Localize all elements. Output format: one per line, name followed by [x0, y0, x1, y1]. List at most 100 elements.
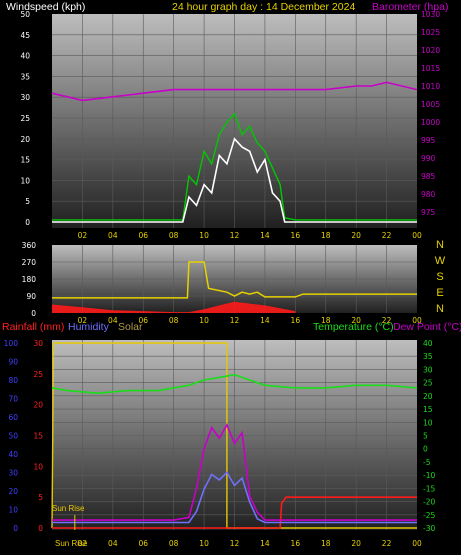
- wind-x-tick: 20: [351, 231, 361, 240]
- sunrise-label-chart: Sun Rise: [52, 504, 85, 513]
- wind-x-tick: 14: [260, 231, 270, 240]
- temperature-x-tick: 04: [108, 539, 118, 548]
- humidity-y-tick: 10: [8, 506, 18, 515]
- temperature-y-tick: -30: [423, 524, 435, 533]
- temperature-x-tick: 16: [291, 539, 301, 548]
- barometer-y-tick: 1000: [421, 118, 440, 127]
- temperature-y-tick: -5: [423, 458, 431, 467]
- temperature-y-tick: 15: [423, 405, 433, 414]
- barometer-y-tick: 990: [421, 154, 436, 163]
- wind-y-tick: 50: [20, 10, 30, 19]
- temperature-y-tick: 35: [423, 352, 433, 361]
- direction-x-tick: 16: [291, 316, 301, 325]
- wind-x-tick: 02: [78, 231, 88, 240]
- wind-y-tick: 0: [25, 218, 30, 227]
- barometer-y-tick: 985: [421, 172, 436, 181]
- temperature-x-tick: 08: [169, 539, 179, 548]
- temperature-y-tick: 40: [423, 339, 433, 348]
- direction-y-tick: 360: [22, 241, 37, 250]
- barometer-y-tick: 1025: [421, 28, 440, 37]
- barometer-y-tick: 1005: [421, 100, 440, 109]
- wind-y-tick: 20: [20, 135, 30, 144]
- rain-y-tick: 20: [33, 401, 43, 410]
- direction-y-tick: 180: [22, 275, 37, 284]
- temperature-y-tick: 25: [423, 379, 433, 388]
- wind-y-tick: 15: [20, 156, 30, 165]
- temperature-x-tick: 14: [260, 539, 270, 548]
- compass-labels: NWSEN: [435, 239, 446, 315]
- barometer-y-tick: 1015: [421, 64, 440, 73]
- temperature-x-tick: 00: [412, 539, 422, 548]
- sunrise-label-axis: Sun Rise: [55, 539, 88, 548]
- direction-y-tick: 270: [22, 258, 37, 267]
- temperature-x-tick: 10: [199, 539, 209, 548]
- legend-rainfall: Rainfall (mm): [2, 321, 64, 333]
- compass-label: W: [435, 255, 446, 267]
- humidity-y-tick: 50: [8, 432, 18, 441]
- barometer-y-tick: 995: [421, 136, 436, 145]
- wind-x-tick: 22: [382, 231, 392, 240]
- wind-y-tick: 5: [25, 197, 30, 206]
- wind-y-tick: 40: [20, 52, 30, 61]
- barometer-y-tick: 975: [421, 208, 436, 217]
- chart-title: 24 hour graph day : 14 December 2024: [172, 1, 355, 13]
- barometer-y-tick: 980: [421, 190, 436, 199]
- legend-solar: Solar: [118, 321, 143, 333]
- humidity-y-tick: 90: [8, 358, 18, 367]
- temperature-x-tick: 22: [382, 539, 392, 548]
- wind-x-tick: 08: [169, 231, 179, 240]
- compass-label: S: [436, 271, 443, 283]
- wind-x-tick: 16: [291, 231, 301, 240]
- weather-graph-canvas: Windspeed (kph) 24 hour graph day : 14 D…: [2, 1, 461, 548]
- humidity-y-tick: 60: [8, 413, 18, 422]
- humidity-y-tick: 20: [8, 487, 18, 496]
- legend-humidity: Humidity: [68, 321, 110, 333]
- wind-y-tick: 25: [20, 114, 30, 123]
- rain-y-tick: 0: [38, 524, 43, 533]
- direction-x-tick: 10: [199, 316, 209, 325]
- temperature-y-tick: -10: [423, 471, 435, 480]
- humidity-y-tick: 70: [8, 395, 18, 404]
- temperature-y-tick: 20: [423, 392, 433, 401]
- legend-dewpoint: Dew Point (°C): [393, 321, 461, 333]
- compass-label: N: [436, 303, 444, 315]
- direction-x-tick: 14: [260, 316, 270, 325]
- temperature-x-tick: 20: [351, 539, 361, 548]
- temperature-y-tick: 5: [423, 432, 428, 441]
- rain-y-tick: 10: [33, 462, 43, 471]
- humidity-y-tick: 0: [13, 524, 18, 533]
- temperature-y-tick: -25: [423, 511, 435, 520]
- wind-x-tick: 12: [230, 231, 240, 240]
- temperature-y-tick: 10: [423, 418, 433, 427]
- barometer-y-tick: 1020: [421, 46, 440, 55]
- wind-y-tick: 35: [20, 72, 30, 81]
- rain-y-tick: 5: [38, 493, 43, 502]
- windspeed-axis-title: Windspeed (kph): [6, 1, 85, 13]
- direction-x-tick: 08: [169, 316, 179, 325]
- direction-y-tick: 0: [31, 309, 36, 318]
- direction-x-tick: 04: [108, 316, 118, 325]
- rain-y-tick: 25: [33, 370, 43, 379]
- wind-y-tick: 30: [20, 93, 30, 102]
- temperature-x-tick: 18: [321, 539, 331, 548]
- temperature-x-tick: 06: [138, 539, 148, 548]
- wind-x-tick: 04: [108, 231, 118, 240]
- temperature-y-tick: 0: [423, 445, 428, 454]
- legend-temperature: Temperature (°C): [313, 321, 394, 333]
- humidity-y-tick: 100: [4, 339, 19, 348]
- direction-x-tick: 12: [230, 316, 240, 325]
- wind-y-tick: 10: [20, 176, 30, 185]
- compass-label: E: [436, 287, 443, 299]
- wind-x-tick: 06: [138, 231, 148, 240]
- wind-x-tick: 10: [199, 231, 209, 240]
- wind-y-tick: 45: [20, 31, 30, 40]
- temperature-y-tick: -20: [423, 498, 435, 507]
- compass-label: N: [436, 239, 444, 251]
- temperature-y-tick: -15: [423, 484, 435, 493]
- temperature-x-tick: 12: [230, 539, 240, 548]
- humidity-y-tick: 80: [8, 376, 18, 385]
- wind-x-tick: 18: [321, 231, 331, 240]
- humidity-y-tick: 40: [8, 450, 18, 459]
- humidity-y-tick: 30: [8, 469, 18, 478]
- temperature-y-tick: 30: [423, 365, 433, 374]
